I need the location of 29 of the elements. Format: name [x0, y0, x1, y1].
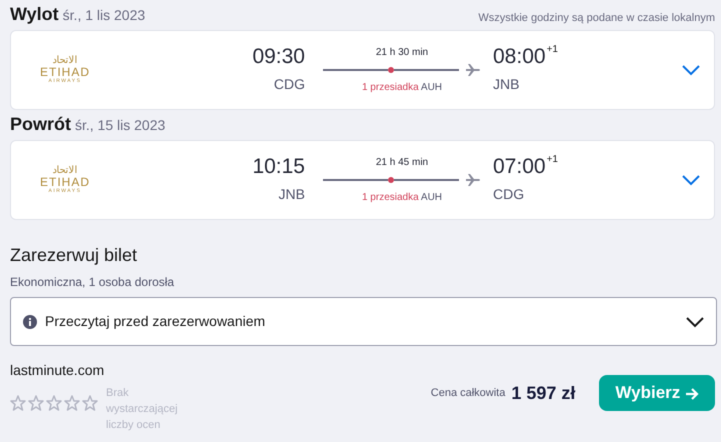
flight-duration: 21 h 30 min: [374, 46, 430, 60]
airport-code: CDG: [493, 185, 526, 204]
stopover-info: 1 przesiadka AUH: [360, 191, 444, 205]
price-label: Cena całkowita: [430, 386, 506, 401]
section-title: Zarezerwuj bilet: [10, 244, 138, 267]
arrow-right-icon: [685, 386, 699, 401]
leg-date: śr., 15 lis 2023: [75, 117, 166, 133]
arrival-time: 07:00: [493, 154, 546, 178]
total-price: 1 597 zł: [511, 382, 576, 404]
info-icon: [23, 314, 37, 328]
airport-code: JNB: [493, 75, 520, 94]
fare-details: Ekonomiczna, 1 osoba dorosła: [10, 274, 176, 291]
arrival-time: 08:00: [493, 44, 546, 68]
flight-duration: 21 h 45 min: [374, 156, 430, 170]
departure-time: 09:30: [251, 44, 305, 68]
stopover-info: 1 przesiadka AUH: [360, 81, 444, 95]
leg-date: śr., 1 lis 2023: [62, 7, 146, 23]
info-dropdown[interactable]: Przeczytaj przed zarezerwowaniem: [10, 297, 717, 346]
provider-name: lastminute.com: [10, 361, 106, 380]
rating-note: Brak wystarczającej liczby ocen: [106, 386, 179, 433]
chevron-icon[interactable]: [686, 316, 704, 328]
leg-title: Wylot: [10, 4, 59, 24]
day-offset: +1: [546, 154, 558, 165]
airport-code: CDG: [272, 75, 305, 94]
airport-code: JNB: [278, 185, 305, 204]
leg-title: Powrót: [10, 114, 71, 134]
departure-time: 10:15: [251, 154, 305, 178]
timezone-note: Wszystkie godziny są podane w czasie lokalnym: [478, 10, 715, 26]
day-offset: +1: [546, 44, 558, 55]
